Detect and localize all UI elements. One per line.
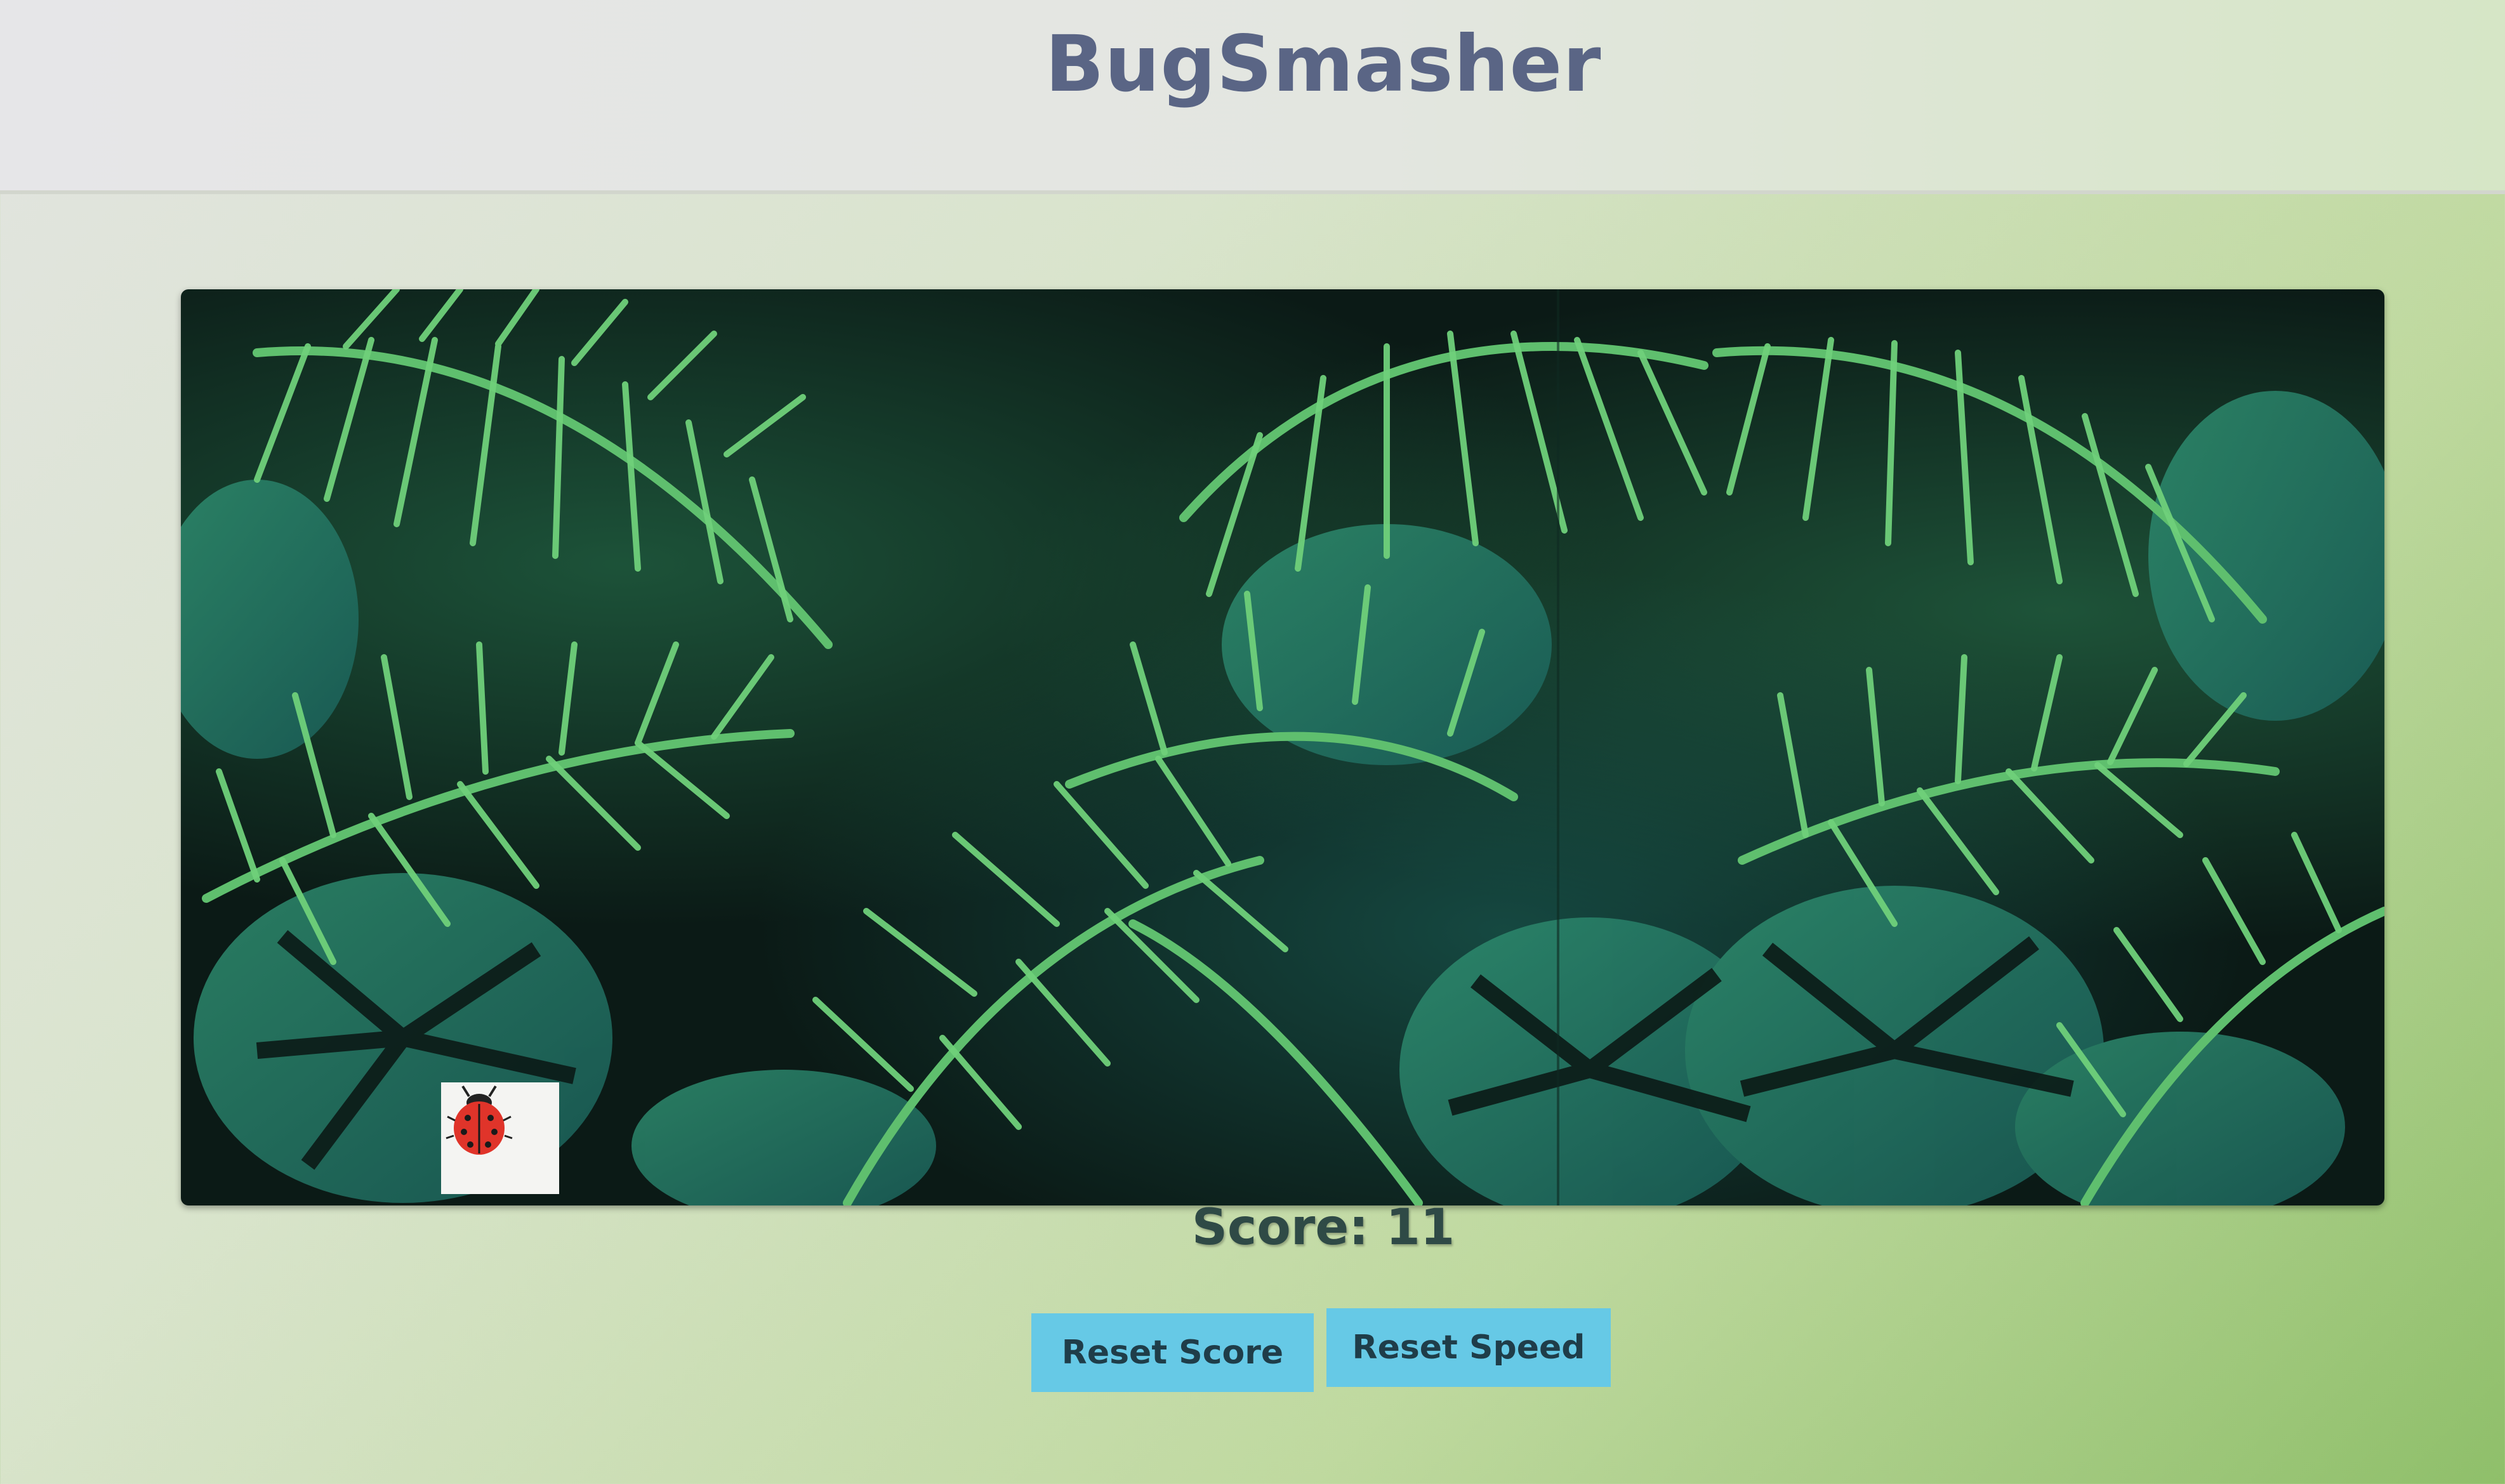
jungle-background xyxy=(181,289,2384,1205)
score-display: Score: 11 xyxy=(1191,1199,1455,1256)
ladybug-icon xyxy=(446,1085,513,1155)
reset-speed-button[interactable]: Reset Speed xyxy=(1326,1308,1611,1387)
page-title: BugSmasher xyxy=(1045,19,1602,109)
game-canvas[interactable] xyxy=(181,289,2384,1205)
bug-target[interactable] xyxy=(441,1082,559,1194)
reset-score-button[interactable]: Reset Score xyxy=(1031,1313,1314,1392)
